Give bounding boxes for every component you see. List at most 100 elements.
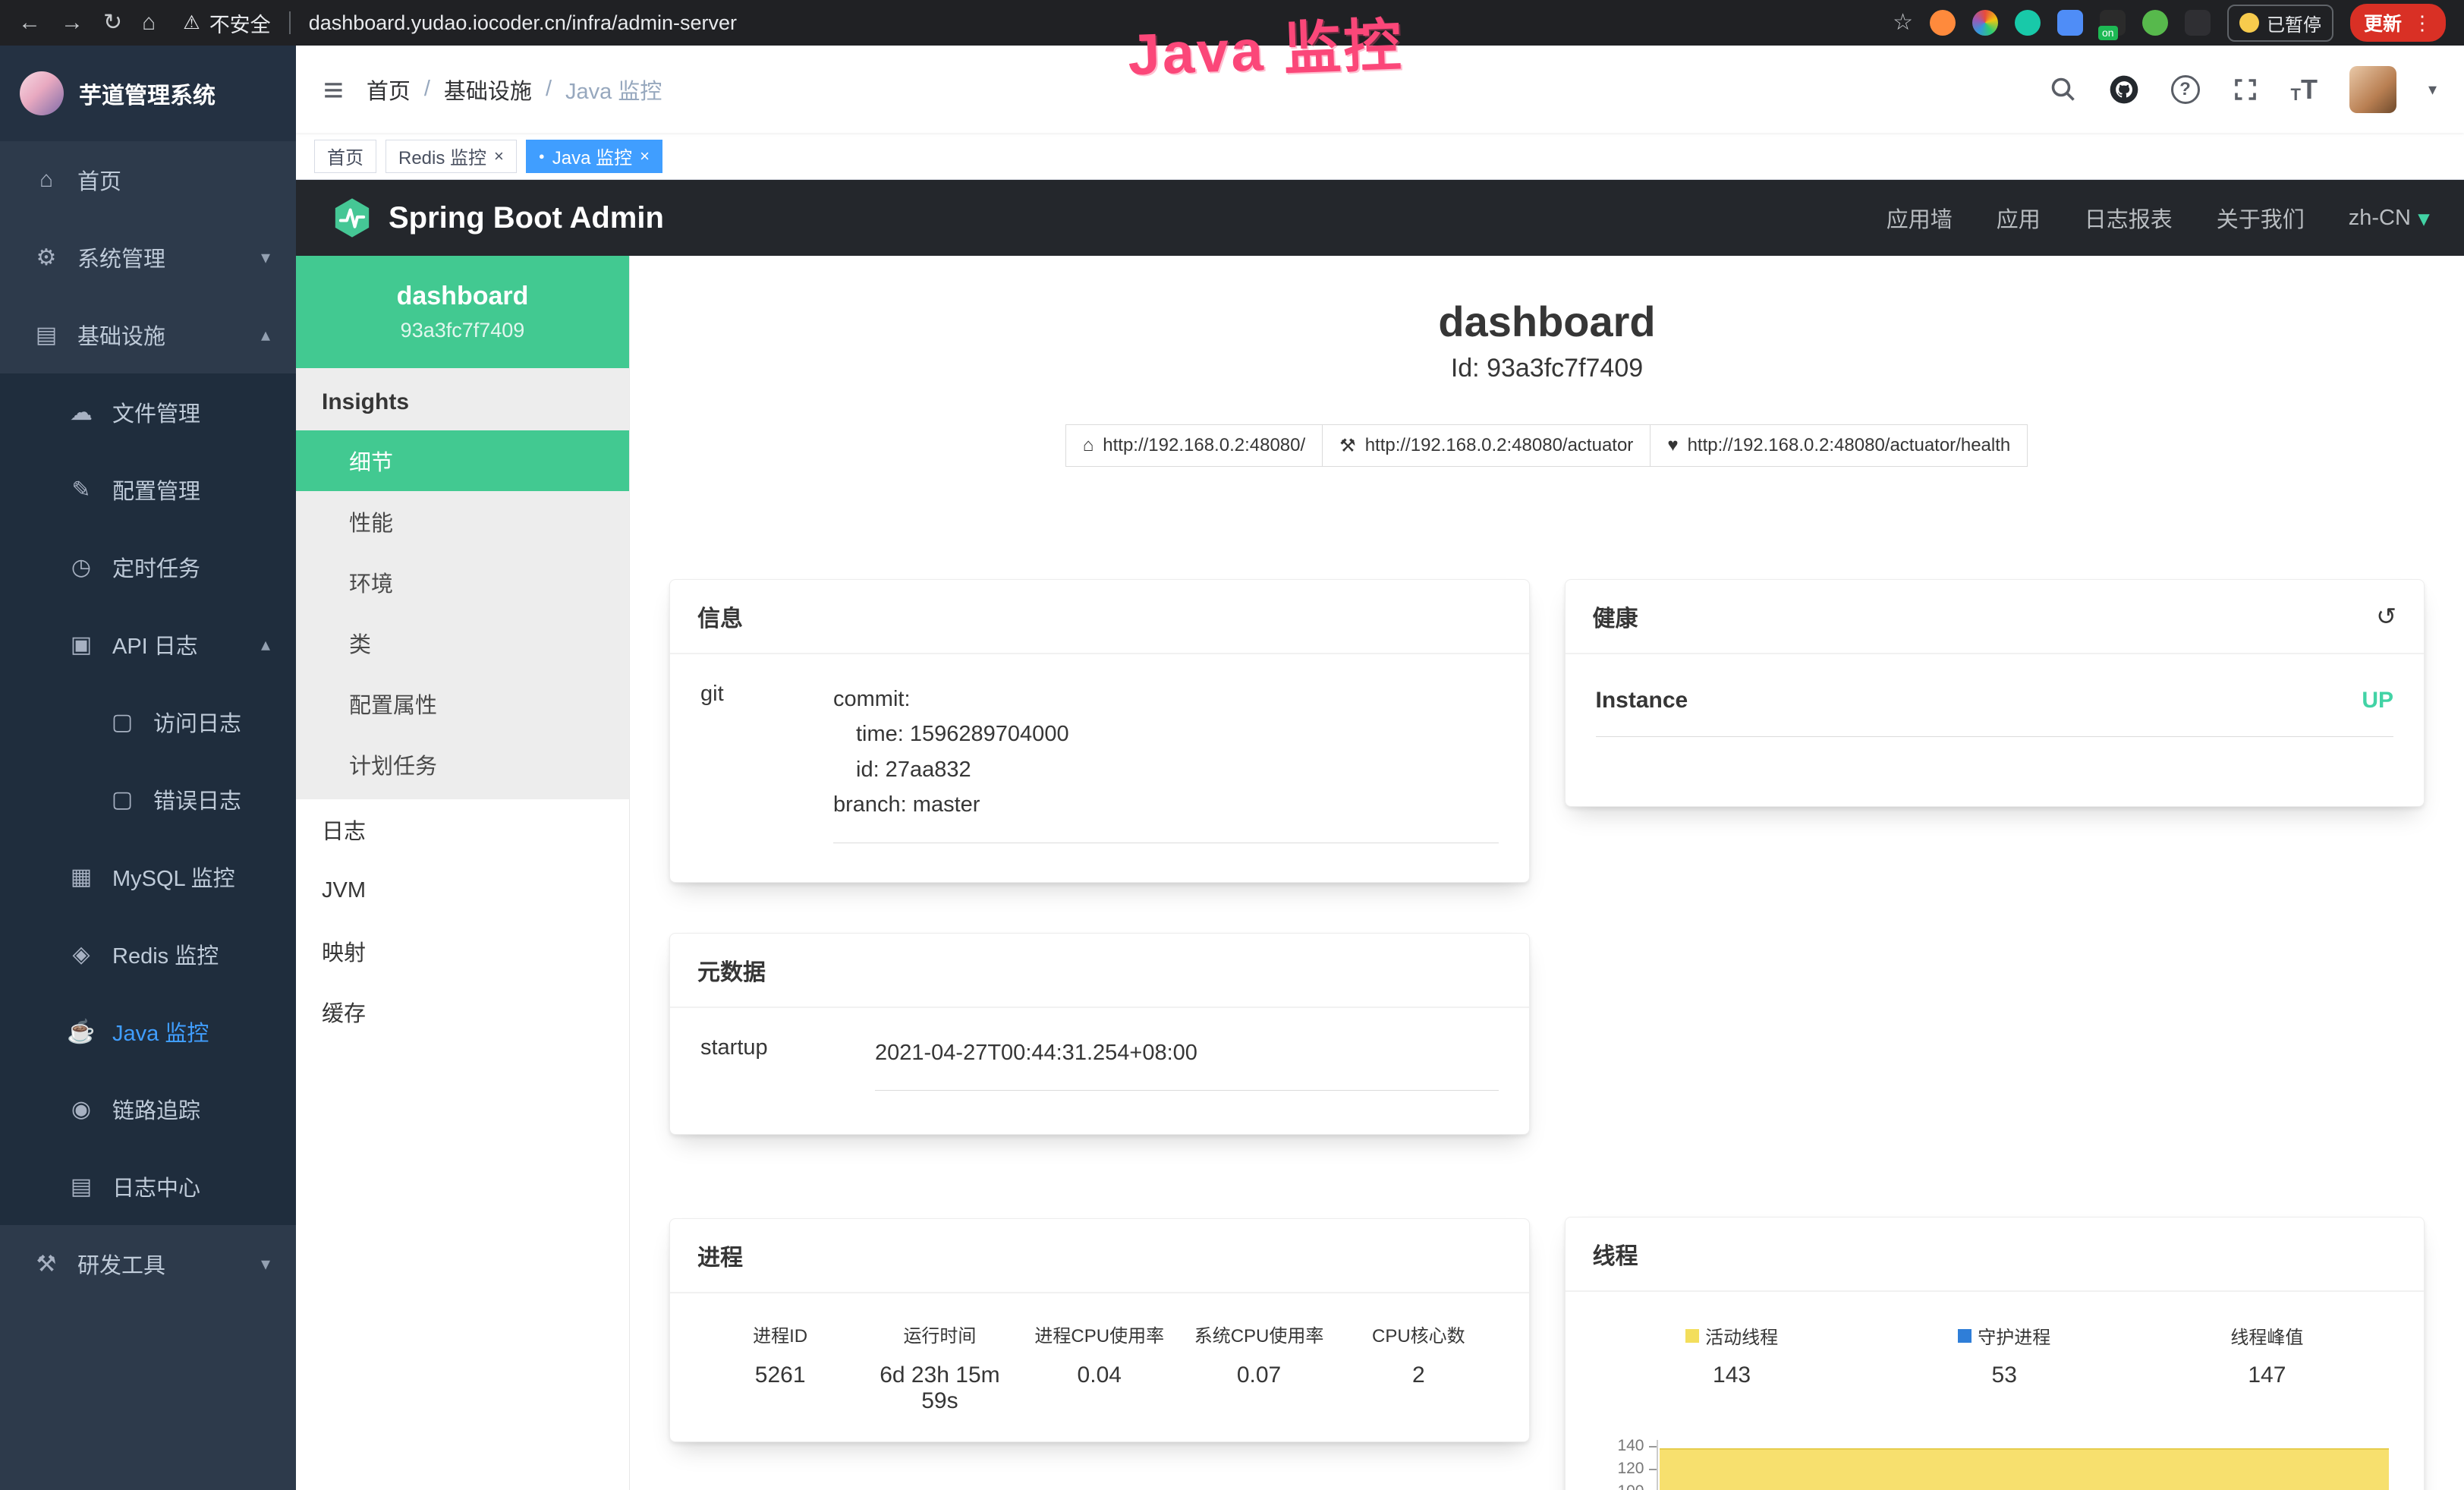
health-url-button[interactable]: ♥ http://192.168.0.2:48080/actuator/heal… (1650, 424, 2028, 467)
sidebar-item-log-center[interactable]: ▤ 日志中心 (0, 1148, 296, 1225)
health-url-label: http://192.168.0.2:48080/actuator/health (1688, 435, 2011, 456)
sba-nav-links: 应用墙 应用 日志报表 关于我们 zh-CN ▾ (1887, 202, 2429, 234)
extension-icon-1[interactable] (1930, 10, 1956, 36)
sidebar-item-cron-jobs[interactable]: ◷ 定时任务 (0, 528, 296, 606)
history-icon[interactable]: ↺ (2376, 602, 2396, 631)
address-bar[interactable]: ⚠ 不安全 dashboard.yudao.iocoder.cn/infra/a… (183, 8, 737, 38)
health-instance-row: Instance UP (1596, 682, 2394, 737)
sba-navbar: Spring Boot Admin 应用墙 应用 日志报表 关于我们 zh-CN… (296, 180, 2464, 256)
forward-icon[interactable]: → (61, 11, 83, 34)
home-icon: ⌂ (32, 167, 61, 193)
close-tab-icon[interactable]: × (494, 148, 504, 165)
sidebar-item-system[interactable]: ⚙ 系统管理 ▾ (0, 219, 296, 296)
sidebar-item-config-manage[interactable]: ✎ 配置管理 (0, 451, 296, 528)
search-icon[interactable] (2050, 76, 2077, 103)
sba-menu-performance[interactable]: 性能 (296, 491, 629, 552)
extension-on-badge: on (2098, 26, 2118, 40)
extension-icon-7[interactable] (2185, 10, 2211, 36)
service-url-button[interactable]: ⌂ http://192.168.0.2:48080/ (1065, 424, 1323, 467)
sidebar-menu: ⌂ 首页 ⚙ 系统管理 ▾ ▤ 基础设施 ▴ ☁ 文件管理 ✎ 配置管理 (0, 141, 296, 1303)
sidebar-item-infrastructure[interactable]: ▤ 基础设施 ▴ (0, 296, 296, 373)
tab-label: 首页 (327, 143, 363, 169)
locale-selector[interactable]: zh-CN ▾ (2349, 206, 2429, 231)
sba-menu-environment[interactable]: 环境 (296, 552, 629, 613)
sba-menu-logs[interactable]: 日志 (296, 799, 629, 860)
sidebar-item-api-logs[interactable]: ▣ API 日志 ▴ (0, 606, 296, 683)
instance-links: ⌂ http://192.168.0.2:48080/ ⚒ http://192… (630, 424, 2464, 467)
sba-menu-config-props[interactable]: 配置属性 (296, 673, 629, 734)
sidebar-item-label: 基础设施 (77, 319, 165, 351)
paused-chip[interactable]: 已暂停 (2227, 5, 2333, 42)
error-log-icon: ▢ (108, 786, 137, 813)
sidebar-item-java-monitor[interactable]: ☕ Java 监控 (0, 993, 296, 1070)
tab-redis-monitor[interactable]: Redis 监控 × (385, 140, 517, 173)
chevron-down-icon: ▾ (2418, 206, 2429, 231)
sidebar-item-access-logs[interactable]: ▢ 访问日志 (0, 683, 296, 761)
github-icon[interactable] (2109, 74, 2139, 105)
chevron-up-icon: ▴ (261, 324, 270, 346)
wrench-icon: ⚒ (1339, 435, 1356, 457)
legend-active-value: 143 (1685, 1362, 1778, 1388)
sba-menu-caches[interactable]: 缓存 (296, 981, 629, 1042)
update-button[interactable]: 更新 ⋮ (2350, 4, 2446, 42)
sidebar-item-redis-monitor[interactable]: ◈ Redis 监控 (0, 915, 296, 993)
avatar-caret-icon[interactable]: ▾ (2428, 80, 2437, 99)
process-col-pid: 进程ID 5261 (700, 1321, 860, 1414)
extension-icon-2[interactable] (1972, 10, 1998, 36)
reload-icon[interactable]: ↻ (103, 11, 122, 34)
close-tab-icon[interactable]: × (640, 148, 650, 165)
sba-menu-mappings[interactable]: 映射 (296, 921, 629, 981)
health-row-label: Instance (1596, 688, 1688, 713)
sba-nav-about[interactable]: 关于我们 (2217, 202, 2305, 234)
sba-nav-wall[interactable]: 应用墙 (1887, 202, 1953, 234)
user-avatar[interactable] (2349, 66, 2396, 113)
font-size-icon[interactable]: TT (2291, 76, 2318, 103)
sidebar-item-label: Java 监控 (112, 1016, 209, 1047)
chevron-up-icon: ▴ (261, 634, 270, 656)
tab-java-monitor[interactable]: ● Java 监控 × (526, 140, 662, 173)
sidebar-item-mysql-monitor[interactable]: ▦ MySQL 监控 (0, 838, 296, 915)
process-card-title: 进程 (670, 1219, 1529, 1293)
breadcrumb-separator: / (424, 77, 430, 102)
tab-home[interactable]: 首页 (314, 140, 376, 173)
instance-id: 93a3fc7f7409 (401, 319, 525, 342)
extension-icon-4[interactable] (2057, 10, 2083, 36)
breadcrumb-home[interactable]: 首页 (367, 74, 411, 106)
breadcrumb-infra[interactable]: 基础设施 (444, 74, 532, 106)
browser-menu-icon[interactable]: ⋮ (2412, 11, 2432, 35)
sba-menu-scheduled-tasks[interactable]: 计划任务 (296, 734, 629, 795)
actuator-url-button[interactable]: ⚒ http://192.168.0.2:48080/actuator (1322, 424, 1651, 467)
sba-nav-applications[interactable]: 应用 (1997, 202, 2041, 234)
url-text: dashboard.yudao.iocoder.cn/infra/admin-s… (309, 11, 737, 35)
extension-icon-5[interactable]: on (2100, 10, 2126, 36)
sba-menu-details[interactable]: 细节 (296, 430, 629, 491)
git-id-line: id: 27aa832 (833, 752, 1499, 787)
sba-menu-jvm[interactable]: JVM (296, 860, 629, 921)
fullscreen-icon[interactable] (2232, 76, 2259, 103)
insights-section: Insights 细节 性能 环境 类 配置属性 计划任务 (296, 368, 629, 799)
legend-peak-threads: 线程峰值 147 (2230, 1322, 2303, 1388)
insights-section-title: Insights (296, 368, 629, 430)
threads-card: 线程 活动线程 143 (1565, 1217, 2425, 1490)
mysql-icon: ▦ (67, 864, 96, 890)
sidebar-item-dev-tools[interactable]: ⚒ 研发工具 ▾ (0, 1225, 296, 1303)
api-log-icon: ▣ (67, 632, 96, 658)
access-log-icon: ▢ (108, 709, 137, 736)
sidebar-item-error-logs[interactable]: ▢ 错误日志 (0, 761, 296, 838)
sba-nav-journal[interactable]: 日志报表 (2085, 202, 2173, 234)
sba-menu-classes[interactable]: 类 (296, 613, 629, 673)
browser-home-icon[interactable]: ⌂ (142, 11, 156, 34)
sidebar-item-file-manage[interactable]: ☁ 文件管理 (0, 373, 296, 451)
hamburger-icon[interactable]: ≡ (323, 69, 344, 110)
extension-icon-6[interactable] (2142, 10, 2168, 36)
extension-icon-3[interactable] (2015, 10, 2041, 36)
security-label: 不安全 (209, 8, 271, 38)
help-icon[interactable]: ? (2171, 75, 2200, 104)
process-col-sys-cpu: 系统CPU使用率 0.07 (1179, 1321, 1339, 1414)
process-card: 进程 进程ID 5261 运行时间 6d 23h 15m 59s (669, 1218, 1530, 1442)
sidebar-item-trace[interactable]: ◉ 链路追踪 (0, 1070, 296, 1148)
sidebar-item-home[interactable]: ⌂ 首页 (0, 141, 296, 219)
threads-chart: 140 120 100 (1596, 1444, 2394, 1490)
bookmark-star-icon[interactable]: ☆ (1893, 11, 1913, 34)
back-icon[interactable]: ← (18, 11, 41, 34)
